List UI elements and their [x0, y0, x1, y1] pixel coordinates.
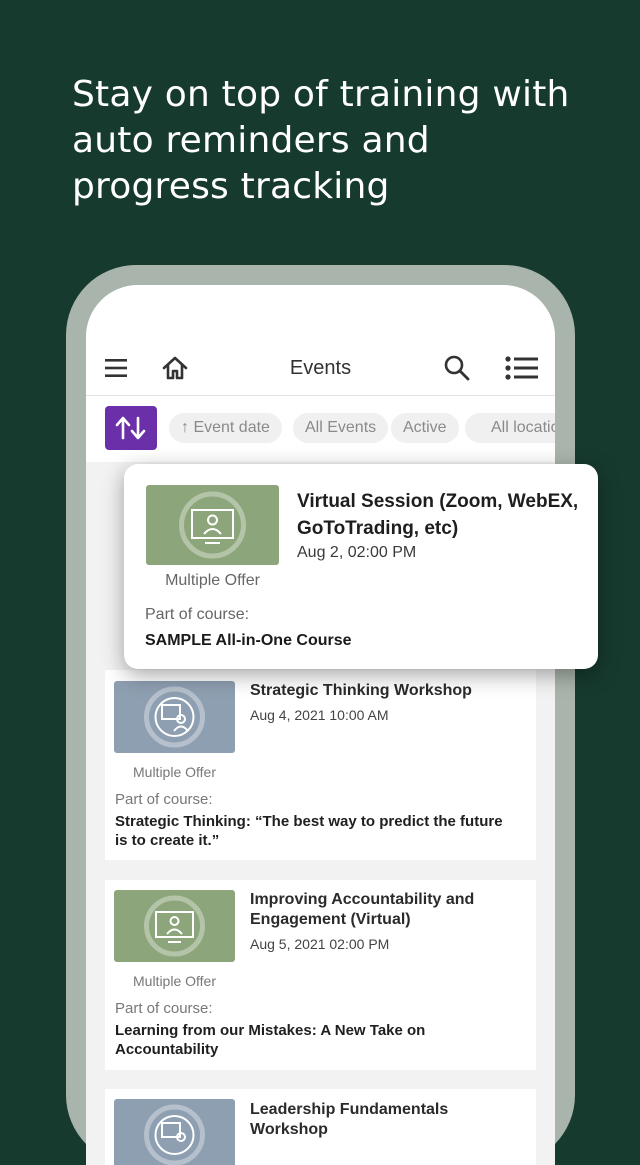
filter-chip-event-date[interactable]: ↑ Event date [169, 413, 282, 443]
promo-headline: Stay on top of training with auto remind… [72, 72, 592, 210]
sort-button[interactable] [105, 406, 157, 450]
virtual-training-icon [179, 491, 246, 559]
headline-line: auto reminders and [72, 120, 430, 161]
highlighted-event-card[interactable]: Multiple Offer Virtual Session (Zoom, We… [124, 464, 598, 669]
filter-chip-all-events[interactable]: All Events [293, 413, 389, 443]
search-icon[interactable] [443, 354, 471, 382]
filter-chip-all-locations[interactable]: All locatio [465, 413, 555, 443]
offer-label: Multiple Offer [165, 572, 260, 589]
event-date: Aug 2, 02:00 PM [297, 544, 417, 561]
virtual-training-icon [144, 895, 205, 957]
event-title[interactable]: Strategic Thinking Workshop [250, 681, 530, 701]
classroom-trainer-icon [144, 1104, 205, 1165]
event-card[interactable]: Multiple Offer Improving Accountability … [105, 880, 536, 1070]
event-title[interactable]: Leadership Fundamentals Workshop [250, 1100, 510, 1140]
event-thumbnail [114, 1099, 235, 1165]
headline-line: progress tracking [72, 166, 390, 207]
course-name[interactable]: Learning from our Mistakes: A New Take o… [115, 1021, 495, 1059]
event-card[interactable]: Multiple Offer Strategic Thinking Worksh… [105, 670, 536, 860]
course-label: Part of course: [145, 606, 250, 623]
filter-chip-active[interactable]: Active [391, 413, 459, 443]
event-thumbnail [114, 890, 235, 962]
list-view-icon[interactable] [505, 356, 539, 380]
filter-bar: ↑ Event date All Events Active All locat… [86, 396, 555, 462]
classroom-trainer-icon [144, 686, 205, 748]
event-thumbnail [146, 485, 279, 565]
sort-arrows-icon [115, 416, 146, 440]
course-label: Part of course: [115, 791, 213, 808]
event-date: Aug 5, 2021 02:00 PM [250, 936, 390, 952]
event-title[interactable]: Virtual Session (Zoom, WebEX, GoToTradin… [297, 488, 587, 542]
phone-screen: Events ↑ Event date All Events Active Al… [86, 285, 555, 1165]
offer-label: Multiple Offer [133, 764, 216, 780]
event-card[interactable]: Leadership Fundamentals Workshop [105, 1089, 536, 1165]
event-title[interactable]: Improving Accountability and Engagement … [250, 890, 530, 930]
app-header: Events [86, 285, 555, 396]
page-title: Events [289, 357, 352, 379]
event-date: Aug 4, 2021 10:00 AM [250, 707, 389, 723]
course-name[interactable]: SAMPLE All-in-One Course [145, 631, 352, 650]
course-name[interactable]: Strategic Thinking: “The best way to pre… [115, 812, 515, 850]
offer-label: Multiple Offer [133, 973, 216, 989]
event-thumbnail [114, 681, 235, 753]
headline-line: Stay on top of training with [72, 74, 570, 115]
course-label: Part of course: [115, 1000, 213, 1017]
